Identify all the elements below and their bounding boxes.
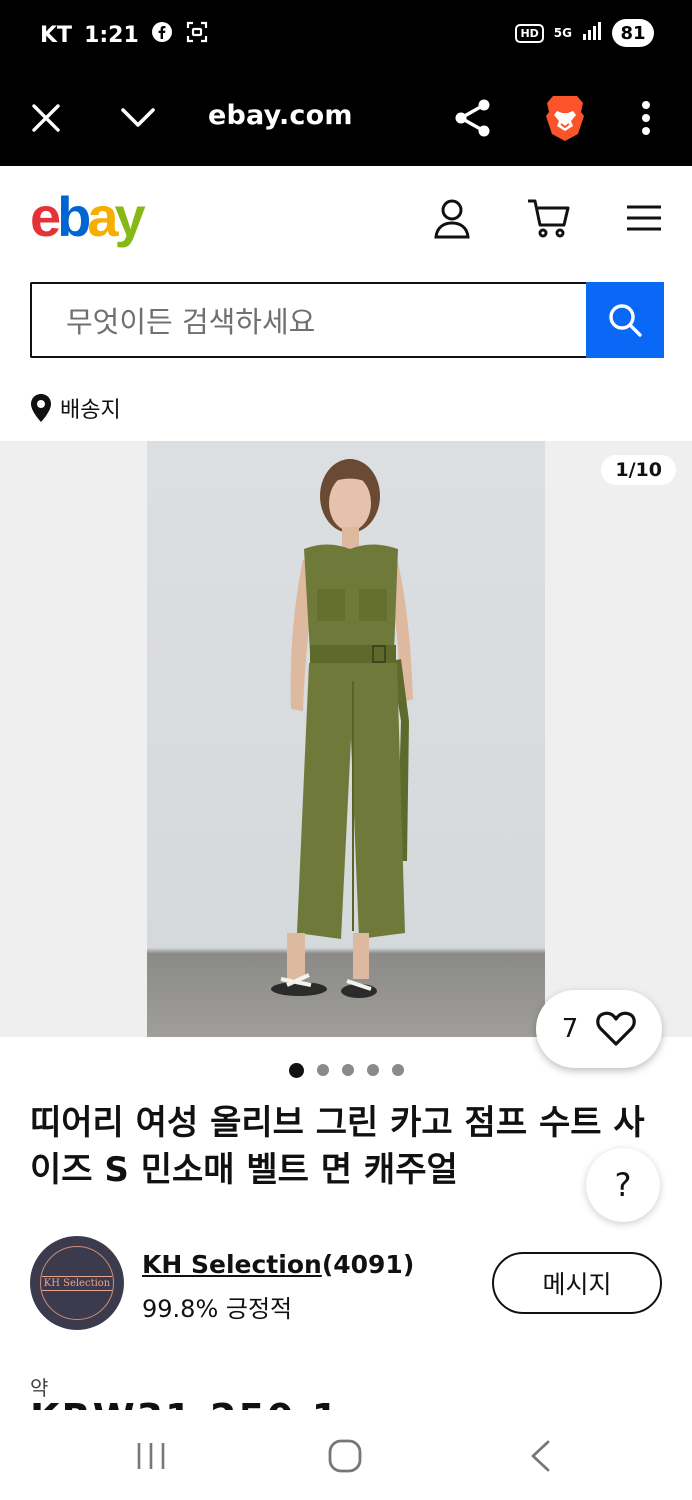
screenshot-icon: [185, 20, 209, 50]
seller-positive-feedback: 99.8% 긍정적: [142, 1295, 293, 1323]
seller-link[interactable]: KH Selection(4091): [142, 1250, 414, 1279]
site-header: ebay: [0, 166, 692, 276]
seller-feedback-count: (4091): [321, 1250, 415, 1279]
pagination-dot[interactable]: [316, 1064, 329, 1076]
system-nav-bar: [0, 1410, 692, 1500]
cart-icon[interactable]: [524, 194, 572, 242]
close-icon[interactable]: [22, 94, 70, 142]
price-value: KRW31,250.1: [30, 1400, 350, 1410]
network-type: 5G: [553, 26, 572, 40]
seller-logo: KH Selection: [41, 1275, 113, 1291]
location-pin-icon: [31, 394, 51, 422]
clock: 1:21: [84, 22, 139, 48]
pagination-dot[interactable]: [366, 1064, 379, 1076]
ship-to[interactable]: 배송지: [30, 392, 121, 424]
share-icon[interactable]: [449, 94, 497, 142]
back-icon[interactable]: [520, 1436, 560, 1476]
address-bar[interactable]: ebay.com: [208, 100, 353, 131]
status-left: KT 1:21: [40, 20, 209, 50]
price-approx-label: 약: [30, 1376, 49, 1400]
heart-icon: [596, 1011, 637, 1046]
product-photo[interactable]: [147, 441, 545, 1037]
search-button[interactable]: [586, 282, 664, 358]
pagination-dot[interactable]: [341, 1064, 354, 1076]
gallery-pagination: [0, 1063, 692, 1078]
ship-to-label: 배송지: [60, 398, 121, 423]
signal-icon: [582, 21, 602, 45]
ebay-logo[interactable]: ebay: [30, 184, 146, 249]
seller-name[interactable]: KH Selection: [142, 1250, 322, 1279]
watch-count: 7: [561, 1014, 579, 1044]
help-icon: ?: [614, 1166, 632, 1204]
hd-voice-badge: HD: [515, 23, 544, 43]
chevron-down-icon[interactable]: [114, 94, 162, 142]
pagination-dot[interactable]: [288, 1063, 304, 1078]
search-icon: [609, 304, 642, 337]
help-button[interactable]: ?: [586, 1148, 660, 1222]
pagination-dot[interactable]: [391, 1064, 404, 1076]
seller-avatar[interactable]: KH Selection: [30, 1236, 124, 1330]
search-input[interactable]: 무엇이든 검색하세요: [30, 282, 586, 358]
brave-lion-icon[interactable]: [541, 94, 589, 142]
search-bar: 무엇이든 검색하세요: [30, 282, 664, 358]
carrier-label: KT: [40, 22, 73, 48]
battery-indicator: 81: [612, 19, 654, 47]
status-bar: KT 1:21 HD 5G 81: [0, 0, 692, 70]
recent-apps-icon[interactable]: [131, 1436, 171, 1476]
watch-button[interactable]: 7: [536, 990, 662, 1068]
message-seller-button[interactable]: 메시지: [492, 1252, 662, 1314]
image-gallery[interactable]: 1/10: [0, 441, 692, 1037]
more-menu-icon[interactable]: [622, 94, 670, 142]
image-counter: 1/10: [601, 455, 676, 485]
status-right: HD 5G 81: [515, 19, 654, 47]
hamburger-menu-icon[interactable]: [620, 194, 668, 242]
home-icon[interactable]: [325, 1436, 365, 1476]
facebook-icon: [151, 21, 173, 49]
listing-title: 띠어리 여성 올리브 그린 카고 점프 수트 사이즈 S 민소매 벨트 면 캐주…: [30, 1103, 645, 1190]
account-icon[interactable]: [428, 194, 476, 242]
browser-toolbar: ebay.com: [0, 70, 692, 166]
